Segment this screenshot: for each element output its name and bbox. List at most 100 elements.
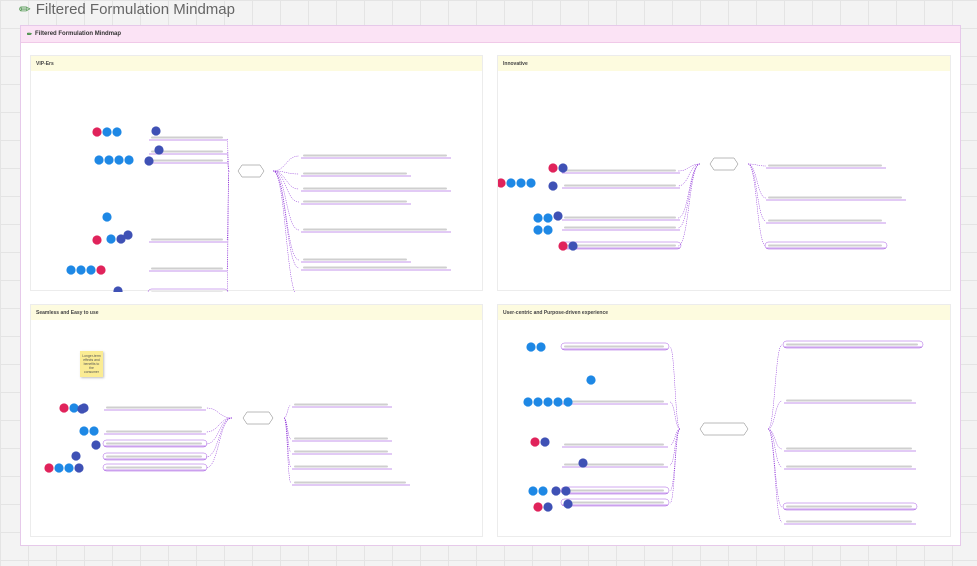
avatar[interactable]	[66, 265, 76, 275]
avatar[interactable]	[551, 486, 561, 496]
sticky-note[interactable]: Longer-term effects and benefits to the …	[80, 351, 103, 377]
avatar[interactable]	[536, 342, 546, 352]
hub-node[interactable]	[242, 411, 274, 425]
leaf-text-line[interactable]	[564, 169, 676, 172]
avatar[interactable]	[154, 145, 164, 155]
leaf-text-line[interactable]	[151, 291, 223, 293]
avatar[interactable]	[540, 437, 550, 447]
mindmap-board[interactable]: ✏ Filtered Formulation Mindmap VIP-Ers I…	[20, 25, 961, 546]
avatar[interactable]	[543, 397, 553, 407]
leaf-text-line[interactable]	[106, 406, 202, 409]
avatar[interactable]	[86, 265, 96, 275]
leaf-text-line[interactable]	[564, 226, 676, 229]
frame-seamless[interactable]: Seamless and Easy to use Longer-term eff…	[30, 304, 483, 537]
leaf-text-line[interactable]	[151, 136, 223, 139]
leaf-text-line[interactable]	[786, 520, 912, 523]
avatar[interactable]	[123, 230, 133, 240]
mindmap-canvas[interactable]	[498, 305, 952, 538]
avatar[interactable]	[563, 397, 573, 407]
leaf-text-line[interactable]	[786, 465, 912, 468]
leaf-text-line[interactable]	[294, 481, 406, 484]
leaf-text-line[interactable]	[564, 216, 676, 219]
avatar[interactable]	[533, 397, 543, 407]
avatar[interactable]	[543, 502, 553, 512]
leaf-text-line[interactable]	[106, 430, 202, 433]
avatar[interactable]	[54, 463, 64, 473]
avatar[interactable]	[104, 155, 114, 165]
leaf-text-line[interactable]	[303, 228, 447, 231]
mindmap-canvas[interactable]	[31, 305, 484, 538]
avatar[interactable]	[94, 155, 104, 165]
leaf-text-line[interactable]	[564, 489, 664, 492]
avatar[interactable]	[79, 426, 89, 436]
avatar[interactable]	[558, 163, 568, 173]
leaf-text-line[interactable]	[106, 442, 202, 445]
avatar[interactable]	[59, 403, 69, 413]
avatar[interactable]	[561, 486, 571, 496]
mindmap-canvas[interactable]	[498, 56, 952, 292]
avatar[interactable]	[124, 155, 134, 165]
frame-innovative[interactable]: Innovative	[497, 55, 951, 291]
avatar[interactable]	[91, 440, 101, 450]
leaf-text-line[interactable]	[564, 501, 664, 504]
leaf-text-line[interactable]	[768, 219, 882, 222]
leaf-text-line[interactable]	[106, 466, 202, 469]
avatar[interactable]	[578, 458, 588, 468]
avatar[interactable]	[112, 127, 122, 137]
leaf-text-line[interactable]	[151, 267, 223, 270]
avatar[interactable]	[528, 486, 538, 496]
leaf-text-line[interactable]	[303, 172, 407, 175]
avatar[interactable]	[102, 212, 112, 222]
leaf-text-line[interactable]	[303, 258, 407, 261]
leaf-text-line[interactable]	[564, 244, 676, 247]
avatar[interactable]	[106, 234, 116, 244]
avatar[interactable]	[543, 213, 553, 223]
avatar[interactable]	[96, 265, 106, 275]
leaf-text-line[interactable]	[564, 184, 676, 187]
leaf-text-line[interactable]	[294, 437, 388, 440]
avatar[interactable]	[64, 463, 74, 473]
hub-node[interactable]	[699, 422, 749, 436]
avatar[interactable]	[76, 265, 86, 275]
leaf-text-line[interactable]	[106, 455, 202, 458]
leaf-text-line[interactable]	[303, 200, 407, 203]
avatar[interactable]	[102, 127, 112, 137]
avatar[interactable]	[533, 213, 543, 223]
avatar[interactable]	[516, 178, 526, 188]
avatar[interactable]	[568, 241, 578, 251]
avatar[interactable]	[526, 178, 536, 188]
leaf-text-line[interactable]	[768, 164, 882, 167]
avatar[interactable]	[77, 404, 87, 414]
leaf-text-line[interactable]	[303, 154, 447, 157]
leaf-text-line[interactable]	[294, 450, 388, 453]
avatar[interactable]	[114, 155, 124, 165]
avatar[interactable]	[523, 397, 533, 407]
avatar[interactable]	[92, 127, 102, 137]
avatar[interactable]	[498, 178, 506, 188]
leaf-text-line[interactable]	[768, 196, 902, 199]
avatar[interactable]	[530, 437, 540, 447]
avatar[interactable]	[548, 163, 558, 173]
leaf-text-line[interactable]	[786, 505, 912, 508]
avatar[interactable]	[533, 502, 543, 512]
avatar[interactable]	[69, 403, 79, 413]
avatar[interactable]	[74, 463, 84, 473]
leaf-text-line[interactable]	[303, 187, 447, 190]
avatar[interactable]	[538, 486, 548, 496]
avatar[interactable]	[506, 178, 516, 188]
hub-node[interactable]	[709, 157, 739, 171]
hub-node[interactable]	[237, 164, 265, 178]
leaf-text-line[interactable]	[294, 465, 388, 468]
avatar[interactable]	[44, 463, 54, 473]
leaf-text-line[interactable]	[151, 159, 223, 162]
leaf-text-line[interactable]	[564, 400, 664, 403]
avatar[interactable]	[151, 126, 161, 136]
avatar[interactable]	[548, 181, 558, 191]
avatar[interactable]	[89, 426, 99, 436]
leaf-text-line[interactable]	[303, 266, 447, 269]
avatar[interactable]	[71, 451, 81, 461]
leaf-text-line[interactable]	[768, 244, 882, 247]
avatar[interactable]	[558, 241, 568, 251]
leaf-text-line[interactable]	[564, 345, 664, 348]
leaf-text-line[interactable]	[786, 399, 912, 402]
